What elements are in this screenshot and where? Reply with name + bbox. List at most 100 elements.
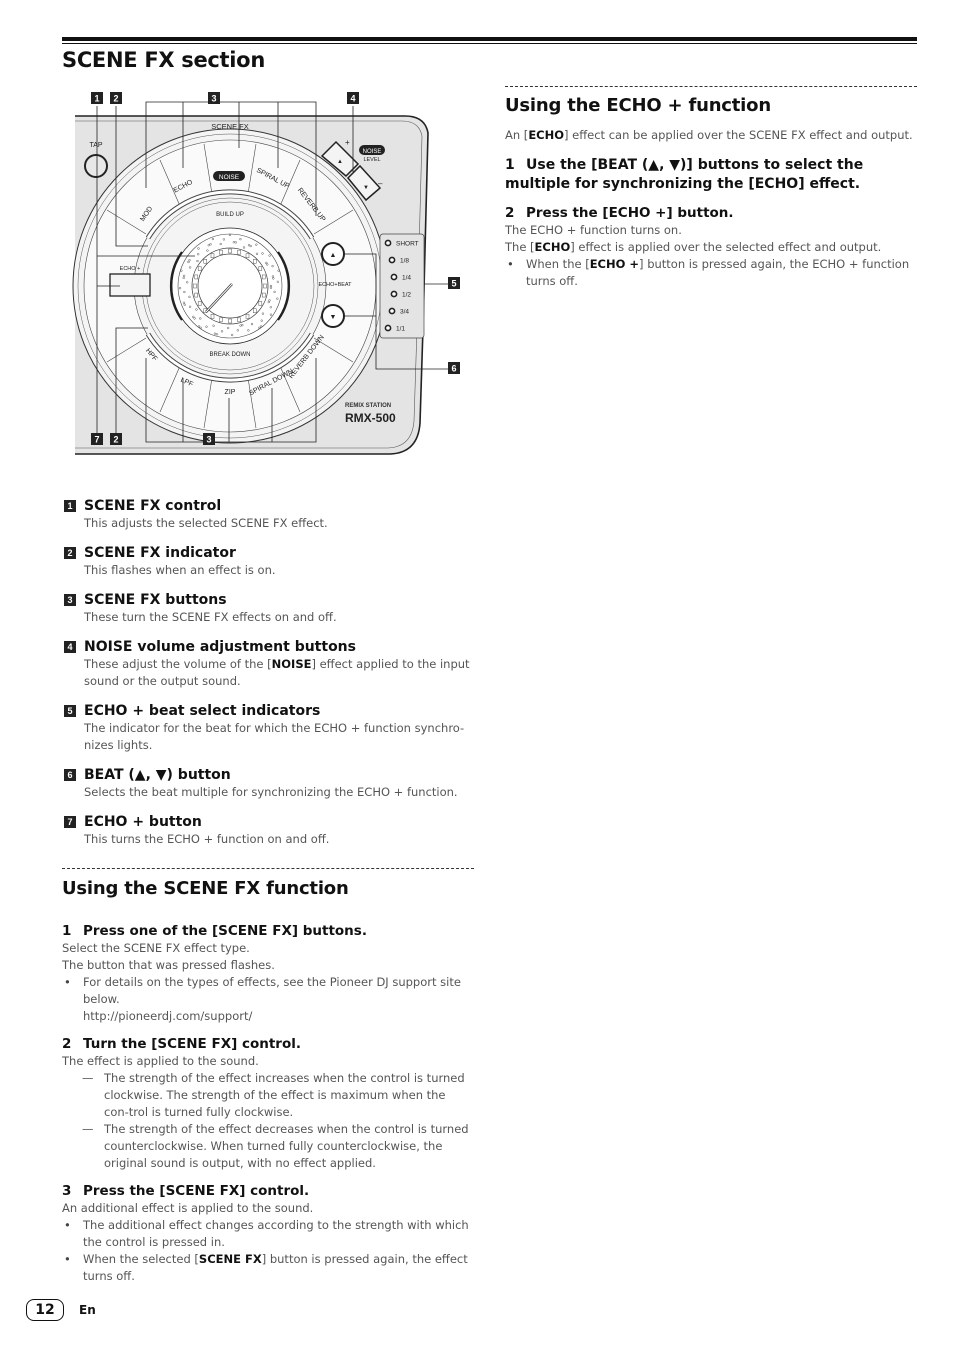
step-dash-item: — The strength of the effect decreases wh… bbox=[82, 1122, 469, 1170]
beat-led-1-4 bbox=[390, 273, 398, 281]
legend-title: SCENE FX indicator bbox=[84, 545, 236, 561]
echo-beat-label: ECHO+BEAT bbox=[318, 282, 352, 288]
scene-fx-label: SCENE FX bbox=[211, 122, 249, 131]
callout-number-1: 1 bbox=[94, 94, 99, 104]
echo-intro: An [ECHO] effect can be applied over the… bbox=[505, 128, 913, 142]
language-code: En bbox=[79, 1303, 96, 1317]
legend-item-7: 7 ECHO + button This turns the ECHO + fun… bbox=[64, 813, 474, 848]
legend-item-1: 1 SCENE FX control This adjusts the selec… bbox=[64, 497, 474, 532]
legend-desc: The indicator for the beat for which the… bbox=[84, 721, 465, 752]
legend-title: ECHO + button bbox=[84, 814, 202, 830]
step-3-title: 3 Press the [SCENE FX] control. bbox=[62, 1183, 310, 1199]
echo-function-section: An [ECHO] effect can be applied over the… bbox=[505, 127, 915, 290]
step-bullet: For details on the types of effects, see… bbox=[62, 974, 472, 1025]
section-divider bbox=[62, 868, 474, 869]
btn-zip: ZIP bbox=[225, 389, 236, 396]
step-text: The effect is applied to the sound. bbox=[62, 1054, 259, 1068]
beat-label: 3/4 bbox=[400, 309, 409, 316]
step-text: The ECHO + function turns on. bbox=[505, 223, 682, 237]
step-1-title: 1 Press one of the [SCENE FX] buttons. bbox=[62, 923, 367, 939]
build-up-label: BUILD UP bbox=[216, 212, 244, 218]
beat-label: 1/4 bbox=[402, 275, 411, 282]
callout-number: 1 bbox=[64, 500, 76, 512]
svg-text:NOISE: NOISE bbox=[363, 149, 382, 155]
legend-desc: These turn the SCENE FX effects on and o… bbox=[84, 610, 337, 624]
legend-desc: Selects the beat multiple for synchroniz… bbox=[84, 785, 458, 799]
step-2-title: 2 Turn the [SCENE FX] control. bbox=[62, 1036, 301, 1052]
section-divider bbox=[505, 86, 917, 87]
echo-step-1-title: 1 Use the [BEAT (▲, ▼)] buttons to select… bbox=[505, 157, 864, 192]
svg-text:▼: ▼ bbox=[330, 314, 337, 321]
echo-plus-label: ECHO + bbox=[120, 266, 141, 272]
legend-list: 1 SCENE FX control This adjusts the selec… bbox=[64, 497, 474, 860]
legend-item-4: 4 NOISE volume adjustment buttons These a… bbox=[64, 638, 474, 690]
legend-title: ECHO + beat select indicators bbox=[84, 703, 321, 719]
callout-number: 2 bbox=[64, 547, 76, 559]
svg-text:▲: ▲ bbox=[337, 159, 343, 165]
page-number: 12 bbox=[26, 1299, 64, 1321]
callout-number: 6 bbox=[64, 769, 76, 781]
callout-number-2: 2 bbox=[113, 94, 118, 104]
legend-title: NOISE volume adjustment buttons bbox=[84, 639, 356, 655]
beat-led-1-2 bbox=[390, 290, 398, 298]
beat-label: SHORT bbox=[396, 241, 419, 248]
svg-text:NOISE: NOISE bbox=[219, 174, 240, 181]
tap-label: TAP bbox=[89, 142, 102, 149]
page-title: SCENE FX section bbox=[62, 48, 265, 72]
callout-number-3: 3 bbox=[211, 94, 216, 104]
legend-item-6: 6 BEAT (▲, ▼) button Selects the beat mul… bbox=[64, 766, 474, 801]
callout-number-2: 2 bbox=[113, 435, 118, 445]
echo-plus-button bbox=[109, 273, 151, 297]
noise-plus: + bbox=[345, 138, 350, 147]
beat-led-3-4 bbox=[388, 307, 396, 315]
step-bullet: When the [ECHO +] button is pressed agai… bbox=[505, 256, 915, 290]
step-text: An additional effect is applied to the s… bbox=[62, 1201, 314, 1215]
legend-item-2: 2 SCENE FX indicator This flashes when an… bbox=[64, 544, 474, 579]
callout-number-3: 3 bbox=[206, 435, 211, 445]
callout-number: 5 bbox=[64, 705, 76, 717]
step-text: Select the SCENE FX effect type. bbox=[62, 941, 250, 955]
beat-label: 1/2 bbox=[402, 292, 411, 299]
beat-led-1-1 bbox=[384, 324, 392, 332]
beat-label: 1/1 bbox=[396, 326, 405, 333]
callout-number-4: 4 bbox=[350, 94, 355, 104]
brand-line: REMIX STATION bbox=[345, 403, 391, 409]
step-dash-item: — The strength of the effect increases wh… bbox=[82, 1071, 465, 1119]
legend-desc: This flashes when an effect is on. bbox=[84, 563, 276, 577]
legend-title: BEAT (▲, ▼) button bbox=[84, 767, 231, 783]
header-rule-thick bbox=[62, 37, 917, 41]
svg-text:▼: ▼ bbox=[363, 185, 369, 191]
legend-title: SCENE FX buttons bbox=[84, 592, 227, 608]
legend-title: SCENE FX control bbox=[84, 498, 222, 514]
legend-item-5: 5 ECHO + beat select indicators The indic… bbox=[64, 702, 474, 754]
beat-led-SHORT bbox=[384, 239, 392, 247]
echo-function-heading: Using the ECHO + function bbox=[505, 95, 771, 116]
beat-led-1-8 bbox=[388, 256, 396, 264]
callout-number: 3 bbox=[64, 594, 76, 606]
break-down-label: BREAK DOWN bbox=[209, 352, 250, 358]
step-bullet: When the selected [SCENE FX] button is p… bbox=[62, 1251, 472, 1285]
header-rule-thin bbox=[62, 43, 917, 44]
svg-text:LEVEL: LEVEL bbox=[363, 157, 380, 163]
beat-indicator-box bbox=[379, 233, 425, 339]
callout-number-5: 5 bbox=[451, 279, 456, 289]
legend-desc: These adjust the volume of the [NOISE] e… bbox=[84, 657, 470, 688]
callout-number-6: 6 bbox=[451, 364, 456, 374]
legend-desc: This adjusts the selected SCENE FX effec… bbox=[84, 516, 328, 530]
tap-button bbox=[84, 154, 108, 178]
noise-minus: – bbox=[378, 179, 383, 188]
beat-label: 1/8 bbox=[400, 258, 409, 265]
scene-fx-diagram: SCENE FX TAP MOD ECHO SPIRAL UP REVERB U… bbox=[60, 88, 480, 468]
model-name: RMX-500 bbox=[345, 411, 396, 425]
echo-step-2-title: 2 Press the [ECHO +] button. bbox=[505, 205, 734, 221]
step-bullet: The additional effect changes according … bbox=[62, 1217, 472, 1251]
legend-item-3: 3 SCENE FX buttons These turn the SCENE F… bbox=[64, 591, 474, 626]
support-link[interactable]: http://pioneerdj.com/support/ bbox=[83, 1009, 252, 1023]
callout-number: 4 bbox=[64, 641, 76, 653]
callout-number: 7 bbox=[64, 816, 76, 828]
callout-number-7: 7 bbox=[94, 435, 99, 445]
svg-text:▲: ▲ bbox=[330, 252, 337, 259]
scene-fx-function-section: 1 Press one of the [SCENE FX] buttons. Se… bbox=[62, 922, 472, 1285]
step-text: The [ECHO] effect is applied over the se… bbox=[505, 240, 882, 254]
scene-fx-function-heading: Using the SCENE FX function bbox=[62, 878, 349, 899]
